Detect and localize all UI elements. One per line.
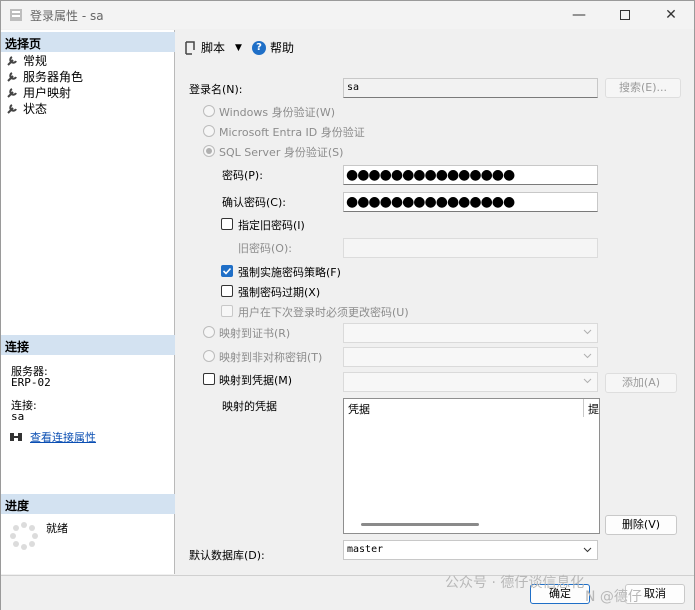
help-button[interactable]: ? 帮助 bbox=[252, 39, 294, 56]
close-button[interactable]: ✕ bbox=[648, 1, 694, 29]
grid-header-provider-label: 提 bbox=[588, 403, 599, 416]
delete-button[interactable]: 删除(V) bbox=[605, 515, 677, 535]
help-icon: ? bbox=[252, 40, 266, 55]
password-label: 密码(P): bbox=[222, 169, 263, 182]
left-panel: 选择页 常规 服务器角色 用户映射 状态 连接 服务器: ERP-02 连接: … bbox=[1, 30, 175, 574]
specify-old-password-checkbox[interactable] bbox=[221, 218, 233, 230]
map-credential-label: 映射到凭据(M) bbox=[219, 374, 293, 387]
map-credential-checkbox[interactable] bbox=[203, 373, 215, 385]
must-change-checkbox[interactable] bbox=[221, 305, 233, 317]
checkmark-icon bbox=[222, 267, 232, 275]
auth-entra-label: Microsoft Entra ID 身份验证 bbox=[219, 126, 365, 139]
confirm-password-dots: ●●●●●●●●●●●●●●● bbox=[346, 194, 515, 210]
login-properties-window: 登录属性 - sa — ✕ 选择页 常规 服务器角色 用户映射 状态 连接 服务… bbox=[0, 0, 695, 610]
credential-select[interactable] bbox=[343, 372, 598, 392]
login-name-field[interactable]: sa bbox=[343, 78, 598, 98]
auth-sql-radio[interactable] bbox=[203, 145, 215, 157]
page-item-status[interactable]: 状态 bbox=[6, 100, 47, 117]
grid-header-credential-label: 凭据 bbox=[348, 403, 370, 416]
select-page-header: 选择页 bbox=[1, 32, 175, 52]
certificate-select[interactable] bbox=[343, 323, 598, 343]
script-label: 脚本 bbox=[201, 41, 226, 55]
wrench-icon bbox=[7, 56, 17, 66]
page-item-server-roles[interactable]: 服务器角色 bbox=[6, 68, 83, 85]
minimize-icon: — bbox=[572, 7, 586, 23]
specify-old-password-label: 指定旧密码(I) bbox=[238, 219, 305, 232]
chevron-down-icon bbox=[583, 329, 592, 335]
auth-entra-radio[interactable] bbox=[203, 125, 215, 137]
wrench-icon bbox=[7, 72, 17, 82]
chevron-down-icon bbox=[583, 378, 592, 384]
map-certificate-radio[interactable] bbox=[203, 326, 215, 338]
password-dots: ●●●●●●●●●●●●●●● bbox=[346, 167, 515, 183]
main-panel: 脚本 ▼ ? 帮助 登录名(N): sa 搜索(E)... Windows 身份… bbox=[176, 30, 694, 574]
page-item-general[interactable]: 常规 bbox=[6, 52, 47, 69]
auth-sql-label: SQL Server 身份验证(S) bbox=[219, 146, 344, 159]
watermark-text: 公众号 · 德仔谈信息化 bbox=[445, 575, 585, 591]
wrench-icon bbox=[7, 104, 17, 114]
password-field[interactable]: ●●●●●●●●●●●●●●● bbox=[343, 165, 598, 185]
window-title: 登录属性 - sa bbox=[30, 9, 104, 23]
default-db-label: 默认数据库(D): bbox=[189, 549, 265, 562]
map-asym-key-radio[interactable] bbox=[203, 350, 215, 362]
login-name-value: sa bbox=[347, 82, 360, 93]
connection-header: 连接 bbox=[1, 335, 175, 355]
close-icon: ✕ bbox=[665, 7, 677, 23]
maximize-button[interactable] bbox=[602, 1, 648, 29]
connection-value: sa bbox=[11, 410, 25, 423]
page-item-label: 服务器角色 bbox=[23, 70, 84, 84]
page-item-user-mapping[interactable]: 用户映射 bbox=[6, 84, 71, 101]
script-button[interactable]: 脚本 ▼ bbox=[183, 39, 242, 56]
enforce-expiration-checkbox[interactable] bbox=[221, 285, 233, 297]
grid-header-provider[interactable]: 提 bbox=[586, 399, 599, 417]
app-icon bbox=[10, 9, 22, 21]
chevron-down-icon bbox=[583, 547, 592, 553]
mapped-credentials-label: 映射的凭据 bbox=[222, 400, 277, 413]
chevron-down-icon: ▼ bbox=[235, 42, 242, 53]
horizontal-scrollbar[interactable] bbox=[361, 523, 479, 526]
map-certificate-label: 映射到证书(R) bbox=[219, 327, 291, 340]
page-item-label: 状态 bbox=[23, 102, 48, 116]
connection-icon bbox=[10, 433, 22, 441]
minimize-button[interactable]: — bbox=[556, 1, 602, 29]
script-icon bbox=[185, 40, 195, 55]
progress-status: 就绪 bbox=[46, 522, 68, 535]
toolbar: 脚本 ▼ ? 帮助 bbox=[176, 30, 694, 64]
progress-spinner-icon bbox=[10, 522, 38, 550]
title-bar: 登录属性 - sa — ✕ bbox=[1, 1, 694, 29]
old-password-label: 旧密码(O): bbox=[238, 242, 292, 255]
auth-windows-label: Windows 身份验证(W) bbox=[219, 106, 336, 119]
watermark-text-2: N @德仔 bbox=[585, 589, 642, 605]
wrench-icon bbox=[7, 88, 17, 98]
server-value: ERP-02 bbox=[11, 376, 51, 389]
chevron-down-icon bbox=[583, 353, 592, 359]
help-label: 帮助 bbox=[270, 41, 295, 55]
asym-key-select[interactable] bbox=[343, 347, 598, 367]
confirm-password-label: 确认密码(C): bbox=[222, 196, 286, 209]
maximize-icon bbox=[620, 10, 630, 20]
map-asym-key-label: 映射到非对称密钥(T) bbox=[219, 351, 323, 364]
default-db-value: master bbox=[347, 544, 384, 555]
view-connection-properties-link[interactable]: 查看连接属性 bbox=[30, 429, 96, 445]
confirm-password-field[interactable]: ●●●●●●●●●●●●●●● bbox=[343, 192, 598, 212]
enforce-policy-checkbox[interactable] bbox=[221, 265, 233, 277]
enforce-policy-label: 强制实施密码策略(F) bbox=[238, 266, 341, 279]
search-button[interactable]: 搜索(E)... bbox=[605, 78, 681, 98]
page-item-label: 常规 bbox=[23, 54, 48, 68]
page-item-label: 用户映射 bbox=[23, 86, 72, 100]
grid-header-credential[interactable]: 凭据 bbox=[344, 399, 584, 417]
login-name-label: 登录名(N): bbox=[189, 83, 243, 96]
auth-windows-radio[interactable] bbox=[203, 105, 215, 117]
progress-header: 进度 bbox=[1, 494, 175, 514]
old-password-field[interactable] bbox=[343, 238, 598, 258]
add-button[interactable]: 添加(A) bbox=[605, 373, 677, 393]
mapped-credentials-grid[interactable]: 凭据 提 bbox=[343, 398, 600, 534]
must-change-label: 用户在下次登录时必须更改密码(U) bbox=[238, 306, 409, 319]
enforce-expiration-label: 强制密码过期(X) bbox=[238, 286, 321, 299]
default-db-select[interactable]: master bbox=[343, 540, 598, 560]
